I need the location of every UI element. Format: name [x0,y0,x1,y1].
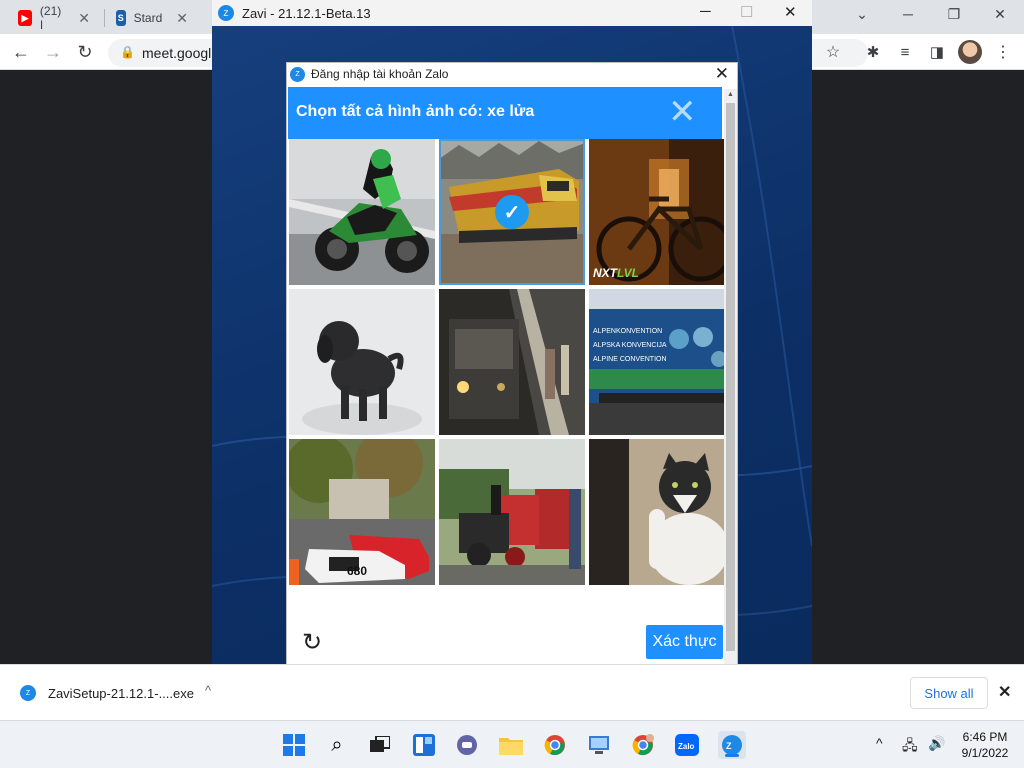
close-icon[interactable]: ✕ [668,95,697,129]
scrollbar-thumb[interactable] [726,103,735,651]
show-all-button[interactable]: Show all [910,677,988,709]
captcha-header: Chọn tất cả hình ảnh có: xe lửa ✕ [288,87,722,139]
captcha-dialog: Z Đăng nhập tài khoản Zalo ✕ Chọn tất cả… [286,62,738,697]
close-window-icon[interactable]: ✕ [990,6,1010,23]
svg-text:Zalo: Zalo [678,742,695,751]
captcha-tile-subway[interactable] [439,289,585,435]
tab-youtube[interactable]: ▶ (21) I ✕ [8,4,100,32]
start-windows-icon[interactable] [280,731,308,759]
captcha-image-grid: ✓ NXTLVL ALPENKONVENTION ALPSKA KONVENCI… [289,139,735,587]
back-icon[interactable]: ← [10,41,32,63]
zavi-app-icon: Z [20,685,36,701]
network-icon[interactable]: 🖧 [902,735,918,759]
selected-check-icon: ✓ [495,195,529,229]
zavi-taskbar-icon[interactable]: Z [718,731,746,759]
motorcycle-image [289,139,435,285]
media-control-icon[interactable]: ≡ [894,41,916,63]
stardock-icon: S [116,10,126,26]
vertical-scrollbar[interactable]: ▲ ▼ [724,89,737,679]
taskbar: ⌕ Zalo Z ^ 🖧 🔊 6:46 PM 9/1/2022 [0,720,1024,768]
svg-text:Z: Z [726,741,732,751]
dog-image [289,289,435,435]
close-icon[interactable]: ✕ [78,10,90,27]
chevron-up-icon[interactable]: ^ [876,735,883,751]
chevron-down-icon[interactable]: ⌄ [852,6,872,23]
close-icon[interactable]: ✕ [715,64,729,84]
nxtlvl-logo: NXTLVL [593,266,639,280]
captcha-tile-cars[interactable]: 680 [289,439,435,585]
extensions-icon[interactable]: ✱ [862,41,884,63]
side-panel-icon[interactable]: ◨ [926,41,948,63]
search-icon[interactable]: ⌕ [323,731,351,759]
zavi-window-title: Zavi - 21.12.1-Beta.13 [242,5,371,21]
captcha-tile-motorcycle[interactable] [289,139,435,285]
close-icon[interactable]: ✕ [176,10,188,27]
captcha-tile-dog[interactable] [289,289,435,435]
zavi-app-icon: Z [290,66,305,82]
youtube-icon: ▶ [18,10,32,26]
zavi-titlebar: Z Zavi - 21.12.1-Beta.13 ─ ☐ ✕ [212,0,812,26]
more-menu-icon[interactable]: ⋮ [992,41,1014,63]
tab-label: (21) I [39,4,62,32]
captcha-tile-steam-train[interactable] [439,439,585,585]
chevron-up-icon[interactable]: ^ [205,683,211,698]
steam-train-image [439,439,585,585]
captcha-tile-train[interactable]: ✓ [439,139,585,285]
minimize-icon[interactable]: ─ [700,3,711,20]
scroll-up-icon[interactable]: ▲ [727,91,734,98]
locomotive-text: ALPENKONVENTION [593,328,662,335]
teams-chat-icon[interactable] [453,731,481,759]
download-bar: Z ZaviSetup-21.12.1-....exe ^ Show all ✕ [0,664,1024,720]
download-filename[interactable]: ZaviSetup-21.12.1-....exe [48,686,194,701]
forward-icon[interactable]: → [42,41,64,63]
car-number: 680 [347,564,367,578]
svg-text:ALPINE CONVENTION: ALPINE CONVENTION [593,356,667,363]
remote-desktop-icon[interactable] [585,731,613,759]
clock-time: 6:46 PM [962,730,1008,744]
maximize-icon[interactable]: ❐ [944,6,964,23]
active-indicator [725,754,739,757]
url-text: meet.googl [142,45,212,61]
cars-image: 680 [289,439,435,585]
dialog-titlebar: Z Đăng nhập tài khoản Zalo ✕ [287,63,737,85]
volume-icon[interactable]: 🔊 [928,735,945,752]
close-icon[interactable]: ✕ [998,682,1011,702]
zalo-icon[interactable]: Zalo [673,731,701,759]
locomotive-image: ALPENKONVENTION ALPSKA KONVENCIJA ALPINE… [589,289,735,435]
system-clock[interactable]: 6:46 PM 9/1/2022 [954,729,1016,761]
chrome-icon[interactable] [541,731,569,759]
widgets-icon[interactable] [410,731,438,759]
verify-button[interactable]: Xác thực [646,625,723,659]
chrome-profile-icon[interactable] [629,731,657,759]
captcha-tile-locomotive[interactable]: ALPENKONVENTION ALPSKA KONVENCIJA ALPINE… [589,289,735,435]
zavi-app-icon: Z [218,5,234,21]
refresh-icon[interactable]: ↻ [299,629,325,656]
minimize-icon[interactable]: ─ [898,6,918,22]
captcha-tile-cat[interactable] [589,439,735,585]
avatar[interactable] [958,40,982,64]
close-icon[interactable]: ✕ [784,3,797,21]
svg-text:ALPSKA KONVENCIJA: ALPSKA KONVENCIJA [593,342,667,349]
cat-image [589,439,735,585]
reload-icon[interactable]: ↻ [74,41,96,63]
dialog-title: Đăng nhập tài khoản Zalo [311,67,449,81]
tab-divider [104,9,105,27]
file-explorer-icon[interactable] [497,731,525,759]
captcha-prompt: Chọn tất cả hình ảnh có: xe lửa [296,103,535,120]
captcha-tile-bicycle[interactable]: NXTLVL [589,139,735,285]
maximize-icon: ☐ [740,4,754,21]
tab-label: Stard [133,11,163,25]
task-view-icon[interactable] [366,731,394,759]
tab-stardock[interactable]: S Stard ✕ [106,4,198,32]
clock-date: 9/1/2022 [961,746,1009,760]
bicycle-image: NXTLVL [589,139,735,285]
subway-image [439,289,585,435]
bookmark-star-icon[interactable]: ☆ [822,41,844,63]
lock-icon: 🔒 [120,45,135,59]
